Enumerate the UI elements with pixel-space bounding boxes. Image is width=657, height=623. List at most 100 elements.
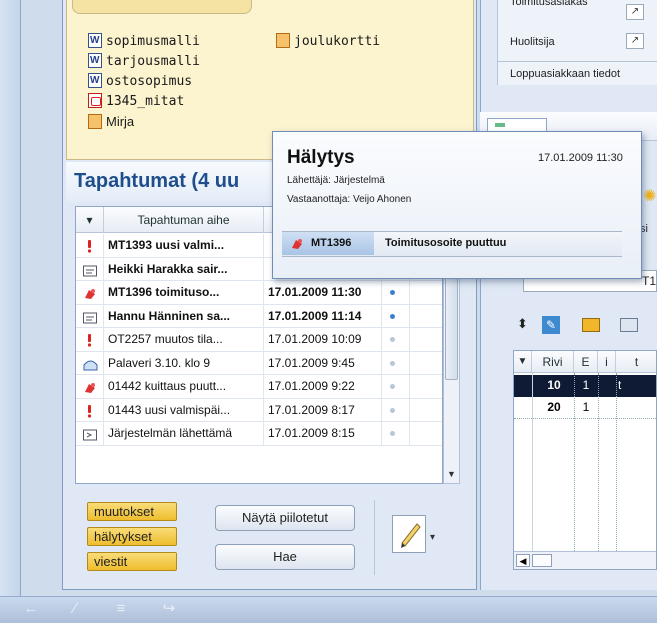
status-cell bbox=[382, 351, 410, 375]
word-doc-icon bbox=[88, 32, 102, 50]
word-doc-icon bbox=[88, 52, 102, 70]
pdf-icon bbox=[88, 93, 102, 108]
table-row[interactable]: Palaveri 3.10. klo 9 17.01.2009 9:45 bbox=[76, 351, 442, 375]
alert-icon bbox=[290, 237, 304, 249]
edit-dropdown-arrow-icon[interactable]: ▾ bbox=[430, 532, 435, 543]
document-item[interactable]: sopimusmalli bbox=[88, 32, 200, 51]
grid-row-selected[interactable]: 10 1 t bbox=[514, 375, 656, 397]
row-icon-cell bbox=[76, 234, 104, 257]
status-dot-icon bbox=[390, 290, 395, 295]
edit-rows-icon[interactable]: ✎ bbox=[542, 316, 560, 334]
edit-delivery-customer-icon[interactable]: ↗ bbox=[626, 4, 644, 20]
filter-messages-button[interactable]: viestit bbox=[87, 552, 177, 571]
popup-title: Hälytys bbox=[287, 147, 355, 168]
grid-cell: 10 bbox=[547, 378, 561, 392]
subject-column-header[interactable]: Tapahtuman aihe bbox=[104, 207, 264, 233]
popup-recipient: Vastaanottaja: Veijo Ahonen bbox=[287, 194, 412, 205]
grid-header[interactable]: Rivi bbox=[532, 351, 574, 373]
back-arrow-icon[interactable]: ← bbox=[22, 601, 40, 617]
status-dot-icon bbox=[390, 431, 395, 436]
pen-icon[interactable]: ∕ bbox=[66, 601, 84, 617]
grid-hscrollbar[interactable]: ◀ bbox=[514, 551, 656, 569]
grid-cell: 1 bbox=[582, 400, 590, 414]
edit-forwarder-icon[interactable]: ↗ bbox=[626, 33, 644, 49]
row-icon-cell bbox=[76, 281, 104, 304]
status-dot-icon bbox=[390, 360, 395, 366]
extra-cell bbox=[410, 328, 442, 351]
scroll-down-arrow-icon[interactable]: ▼ bbox=[445, 468, 458, 480]
status-cell bbox=[382, 281, 410, 304]
grid-line bbox=[574, 373, 576, 563]
meeting-icon bbox=[83, 356, 98, 370]
hscroll-thumb[interactable] bbox=[532, 554, 552, 567]
extra-cell bbox=[410, 281, 442, 304]
extra-cell bbox=[410, 305, 442, 328]
system-message-icon bbox=[83, 426, 97, 441]
row-icon-cell bbox=[76, 257, 104, 281]
table-icon[interactable] bbox=[620, 318, 638, 332]
scroll-left-arrow-icon[interactable]: ◀ bbox=[516, 554, 530, 567]
document-item[interactable]: ostosopimus bbox=[88, 72, 192, 91]
message-icon bbox=[83, 262, 97, 276]
status-dot-icon bbox=[390, 407, 395, 413]
grid-cell: 20 bbox=[547, 400, 561, 414]
grid-header[interactable]: t bbox=[616, 351, 656, 373]
row-icon-cell bbox=[76, 398, 104, 422]
event-time: 17.01.2009 8:15 bbox=[264, 422, 382, 445]
grid-cell: 1 bbox=[582, 378, 590, 392]
popup-date: 17.01.2009 11:30 bbox=[538, 152, 623, 164]
status-dot-icon bbox=[390, 313, 395, 319]
message-icon bbox=[83, 309, 97, 323]
grid-sort-header[interactable]: ▼ bbox=[514, 351, 532, 373]
extra-cell bbox=[410, 422, 442, 445]
table-row[interactable]: 01443 uusi valmispäi... 17.01.2009 8:17 bbox=[76, 398, 442, 422]
event-time: 17.01.2009 8:17 bbox=[264, 398, 382, 422]
filter-alerts-button[interactable]: hälytykset bbox=[87, 527, 177, 546]
stack-icon[interactable] bbox=[582, 318, 600, 332]
forwarder-label: Huolitsija bbox=[510, 36, 555, 48]
table-row[interactable]: MT1396 toimituso... 17.01.2009 11:30 bbox=[76, 281, 442, 305]
event-time: 17.01.2009 10:09 bbox=[264, 328, 382, 351]
delivery-customer-label: Toimitusasiakas bbox=[510, 0, 588, 8]
group-divider bbox=[497, 61, 657, 62]
alert-icon bbox=[83, 285, 96, 299]
document-item[interactable]: tarjousmalli bbox=[88, 52, 200, 71]
table-row[interactable]: Järjestelmän lähettämä 17.01.2009 8:15 bbox=[76, 422, 442, 446]
bottom-toolbar: ← ∕ ≡ ↪ bbox=[0, 596, 657, 623]
popup-message: Toimitusosoite puuttuu bbox=[385, 237, 507, 249]
table-row[interactable]: 01442 kuittaus puutt... 17.01.2009 9:22 bbox=[76, 375, 442, 399]
search-button[interactable]: Hae bbox=[215, 544, 355, 570]
filter-changes-button[interactable]: muutokset bbox=[87, 502, 177, 521]
sort-column-header[interactable]: ▾ bbox=[76, 207, 104, 233]
grid-header[interactable]: E bbox=[574, 351, 598, 373]
popup-sender: Lähettäjä: Järjestelmä bbox=[287, 175, 385, 186]
table-row[interactable]: OT2257 muutos tila... 17.01.2009 10:09 bbox=[76, 328, 442, 352]
exclamation-icon bbox=[83, 332, 96, 347]
left-rail bbox=[0, 0, 20, 596]
event-subject: MT1393 uusi valmi... bbox=[104, 234, 264, 257]
grid-row[interactable]: 20 1 bbox=[514, 397, 656, 419]
document-item[interactable]: joulukortti bbox=[276, 33, 380, 51]
forward-arrow-icon[interactable]: ↪ bbox=[160, 601, 178, 617]
list-icon[interactable]: ≡ bbox=[112, 601, 130, 617]
event-subject: Hannu Hänninen sa... bbox=[104, 304, 264, 328]
popup-code: MT1396 bbox=[311, 237, 352, 249]
documents-tab[interactable] bbox=[72, 0, 252, 14]
word-doc-icon bbox=[88, 72, 102, 90]
extra-cell bbox=[410, 399, 442, 422]
event-time: 17.01.2009 11:30 bbox=[264, 281, 382, 304]
show-hidden-button[interactable]: Näytä piilotetut bbox=[215, 505, 355, 531]
row-icon-cell bbox=[76, 328, 104, 351]
divider bbox=[374, 500, 375, 575]
status-cell bbox=[382, 304, 410, 328]
event-subject: MT1396 toimituso... bbox=[104, 281, 264, 304]
document-item[interactable]: 1345_mitat bbox=[88, 93, 184, 111]
grid-header[interactable]: i bbox=[598, 351, 616, 373]
publisher-doc-icon bbox=[88, 114, 102, 129]
reorder-arrows-icon[interactable]: ⬍ bbox=[517, 316, 528, 332]
status-cell bbox=[382, 398, 410, 422]
edit-note-icon[interactable] bbox=[392, 515, 426, 553]
table-row[interactable]: Hannu Hänninen sa... 17.01.2009 11:14 bbox=[76, 304, 442, 328]
status-dot-icon bbox=[390, 337, 395, 342]
document-item[interactable]: Mirja bbox=[88, 113, 134, 131]
